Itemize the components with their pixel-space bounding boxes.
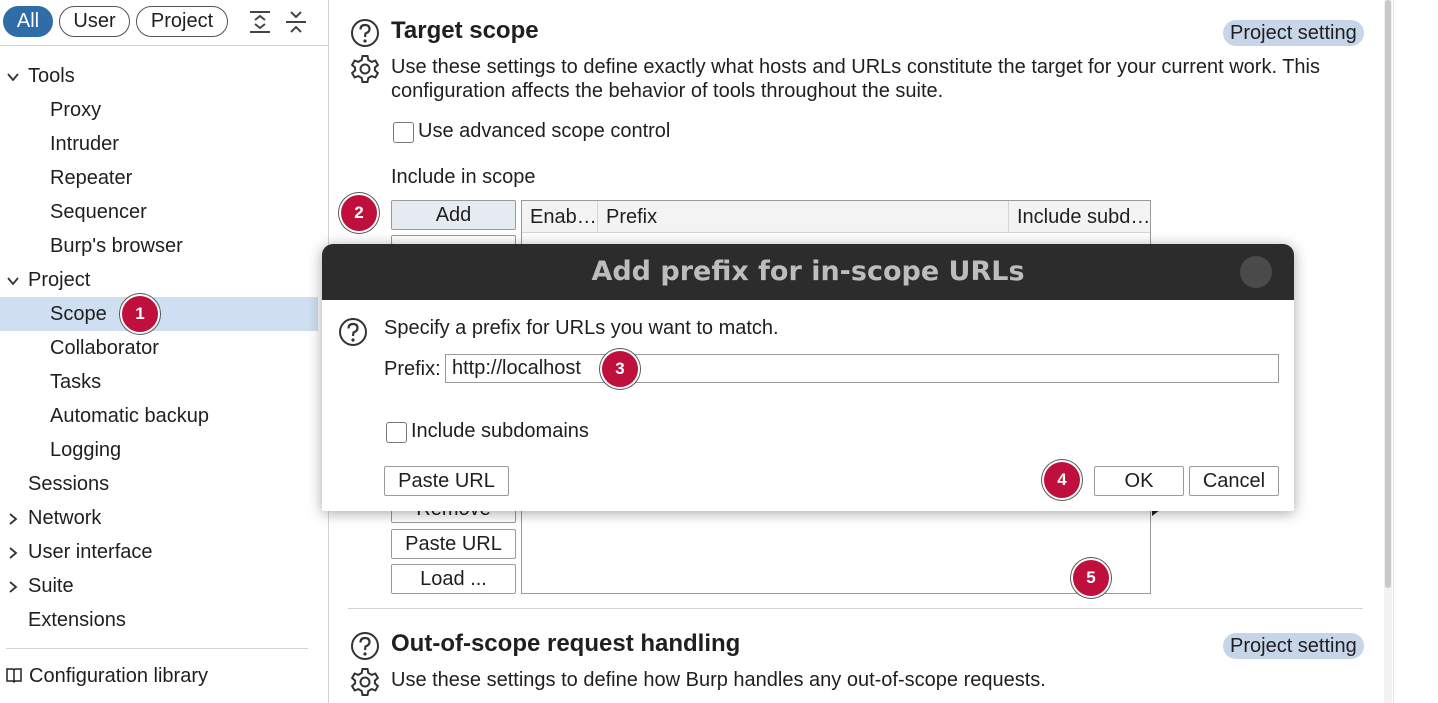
target-scope-description: Use these settings to define exactly wha… bbox=[391, 56, 1320, 102]
filter-user-button[interactable]: User bbox=[59, 6, 130, 37]
dialog-instruction: Specify a prefix for URLs you want to ma… bbox=[384, 317, 779, 339]
book-icon bbox=[6, 668, 22, 684]
sidebar-item-label: Tasks bbox=[50, 371, 102, 393]
sidebar-item-proxy[interactable]: Proxy bbox=[0, 93, 318, 127]
prefix-input[interactable]: http://localhost bbox=[445, 354, 1279, 383]
column-header-prefix[interactable]: Prefix bbox=[598, 201, 1009, 233]
sidebar-item-tools[interactable]: Tools bbox=[0, 59, 318, 93]
sidebar-item-sequencer[interactable]: Sequencer bbox=[0, 195, 318, 229]
sidebar-item-repeater[interactable]: Repeater bbox=[0, 161, 318, 195]
out-of-scope-description: Use these settings to define how Burp ha… bbox=[391, 669, 1046, 691]
sidebar-item-logging[interactable]: Logging bbox=[0, 433, 318, 467]
sidebar-item-label: Repeater bbox=[50, 167, 133, 189]
project-setting-badge: Project setting bbox=[1223, 633, 1364, 659]
column-header-include-subdomains[interactable]: Include subd… bbox=[1009, 201, 1150, 233]
paste-url-button[interactable]: Paste URL bbox=[384, 466, 509, 496]
expand-all-icon[interactable] bbox=[248, 9, 272, 35]
sidebar-item-label: Scope bbox=[50, 303, 107, 325]
cancel-button[interactable]: Cancel bbox=[1189, 466, 1279, 496]
sidebar-item-label: Automatic backup bbox=[50, 405, 209, 427]
sidebar-item-label: Suite bbox=[28, 575, 74, 597]
sidebar-item-intruder[interactable]: Intruder bbox=[0, 127, 318, 161]
section-title-target-scope: Target scope bbox=[391, 17, 539, 44]
project-setting-badge: Project setting bbox=[1223, 20, 1364, 46]
load-button[interactable]: Load ... bbox=[391, 564, 516, 594]
chevron-down-icon[interactable] bbox=[6, 70, 20, 84]
sidebar-item-extensions[interactable]: Extensions bbox=[0, 603, 318, 637]
prefix-label: Prefix: bbox=[384, 358, 441, 380]
chevron-right-icon[interactable] bbox=[6, 546, 20, 560]
gear-icon[interactable] bbox=[349, 53, 381, 85]
sidebar-item-network[interactable]: Network bbox=[0, 501, 318, 535]
table-header: Enab… Prefix Include subd… bbox=[522, 201, 1150, 233]
annotation-badge: 5 bbox=[1071, 558, 1111, 598]
sidebar-item-automatic-backup[interactable]: Automatic backup bbox=[0, 399, 318, 433]
sidebar-item-label: Project bbox=[28, 269, 91, 291]
chevron-right-icon[interactable] bbox=[6, 580, 20, 594]
gear-icon[interactable] bbox=[349, 666, 381, 698]
close-icon[interactable] bbox=[1240, 256, 1272, 288]
ok-button[interactable]: OK bbox=[1094, 466, 1184, 496]
sidebar-item-tasks[interactable]: Tasks bbox=[0, 365, 318, 399]
sidebar-item-label: User interface bbox=[28, 541, 153, 563]
help-icon[interactable] bbox=[350, 18, 380, 48]
sidebar-item-label: Intruder bbox=[50, 133, 119, 155]
help-icon[interactable] bbox=[338, 317, 368, 347]
include-subdomains-label[interactable]: Include subdomains bbox=[411, 420, 589, 443]
annotation-badge: 3 bbox=[600, 349, 640, 389]
advanced-scope-label[interactable]: Use advanced scope control bbox=[418, 120, 670, 143]
annotation-badge: 1 bbox=[120, 294, 160, 334]
sidebar-item-burps-browser[interactable]: Burp's browser bbox=[0, 229, 318, 263]
help-icon[interactable] bbox=[350, 631, 380, 661]
include-subdomains-checkbox[interactable] bbox=[386, 422, 407, 443]
dialog-title: Add prefix for in-scope URLs bbox=[591, 256, 1025, 287]
filter-all-button[interactable]: All bbox=[3, 6, 53, 37]
annotation-badge: 2 bbox=[339, 193, 379, 233]
sidebar-item-label: Sequencer bbox=[50, 201, 147, 223]
collapse-all-icon[interactable] bbox=[284, 9, 308, 35]
scrollbar-thumb[interactable] bbox=[1385, 0, 1391, 588]
sidebar-item-label: Burp's browser bbox=[50, 235, 183, 257]
sidebar-item-user-interface[interactable]: User interface bbox=[0, 535, 318, 569]
sidebar-item-sessions[interactable]: Sessions bbox=[0, 467, 318, 501]
sidebar-item-suite[interactable]: Suite bbox=[0, 569, 318, 603]
chevron-down-icon[interactable] bbox=[6, 274, 20, 288]
settings-sidebar: All User Project Tools Proxy Intruder Re… bbox=[0, 0, 329, 703]
sidebar-item-label: Tools bbox=[28, 65, 75, 87]
sidebar-item-label: Collaborator bbox=[50, 337, 159, 359]
sidebar-item-label: Network bbox=[28, 507, 102, 529]
add-button[interactable]: Add bbox=[391, 200, 516, 230]
filter-project-button[interactable]: Project bbox=[136, 6, 228, 37]
paste-url-button[interactable]: Paste URL bbox=[391, 529, 516, 559]
add-prefix-dialog: Add prefix for in-scope URLs Specify a p… bbox=[322, 244, 1294, 511]
section-divider bbox=[348, 608, 1363, 609]
sidebar-divider bbox=[6, 648, 308, 649]
include-in-scope-label: Include in scope bbox=[391, 166, 536, 188]
sidebar-item-label: Proxy bbox=[50, 99, 102, 121]
sidebar-item-project[interactable]: Project bbox=[0, 263, 318, 297]
chevron-right-icon[interactable] bbox=[6, 512, 20, 526]
advanced-scope-checkbox[interactable] bbox=[393, 122, 414, 143]
window-edge bbox=[1393, 0, 1394, 703]
sidebar-item-collaborator[interactable]: Collaborator bbox=[0, 331, 318, 365]
column-header-enabled[interactable]: Enab… bbox=[522, 201, 598, 233]
sidebar-item-label: Logging bbox=[50, 439, 122, 461]
configuration-library-link[interactable]: Configuration library bbox=[29, 660, 208, 692]
sidebar-item-label: Extensions bbox=[28, 609, 126, 631]
sidebar-item-label: Sessions bbox=[28, 473, 110, 495]
section-title-out-of-scope: Out-of-scope request handling bbox=[391, 630, 741, 657]
annotation-badge: 4 bbox=[1042, 460, 1082, 500]
filter-bar: All User Project bbox=[0, 0, 329, 46]
